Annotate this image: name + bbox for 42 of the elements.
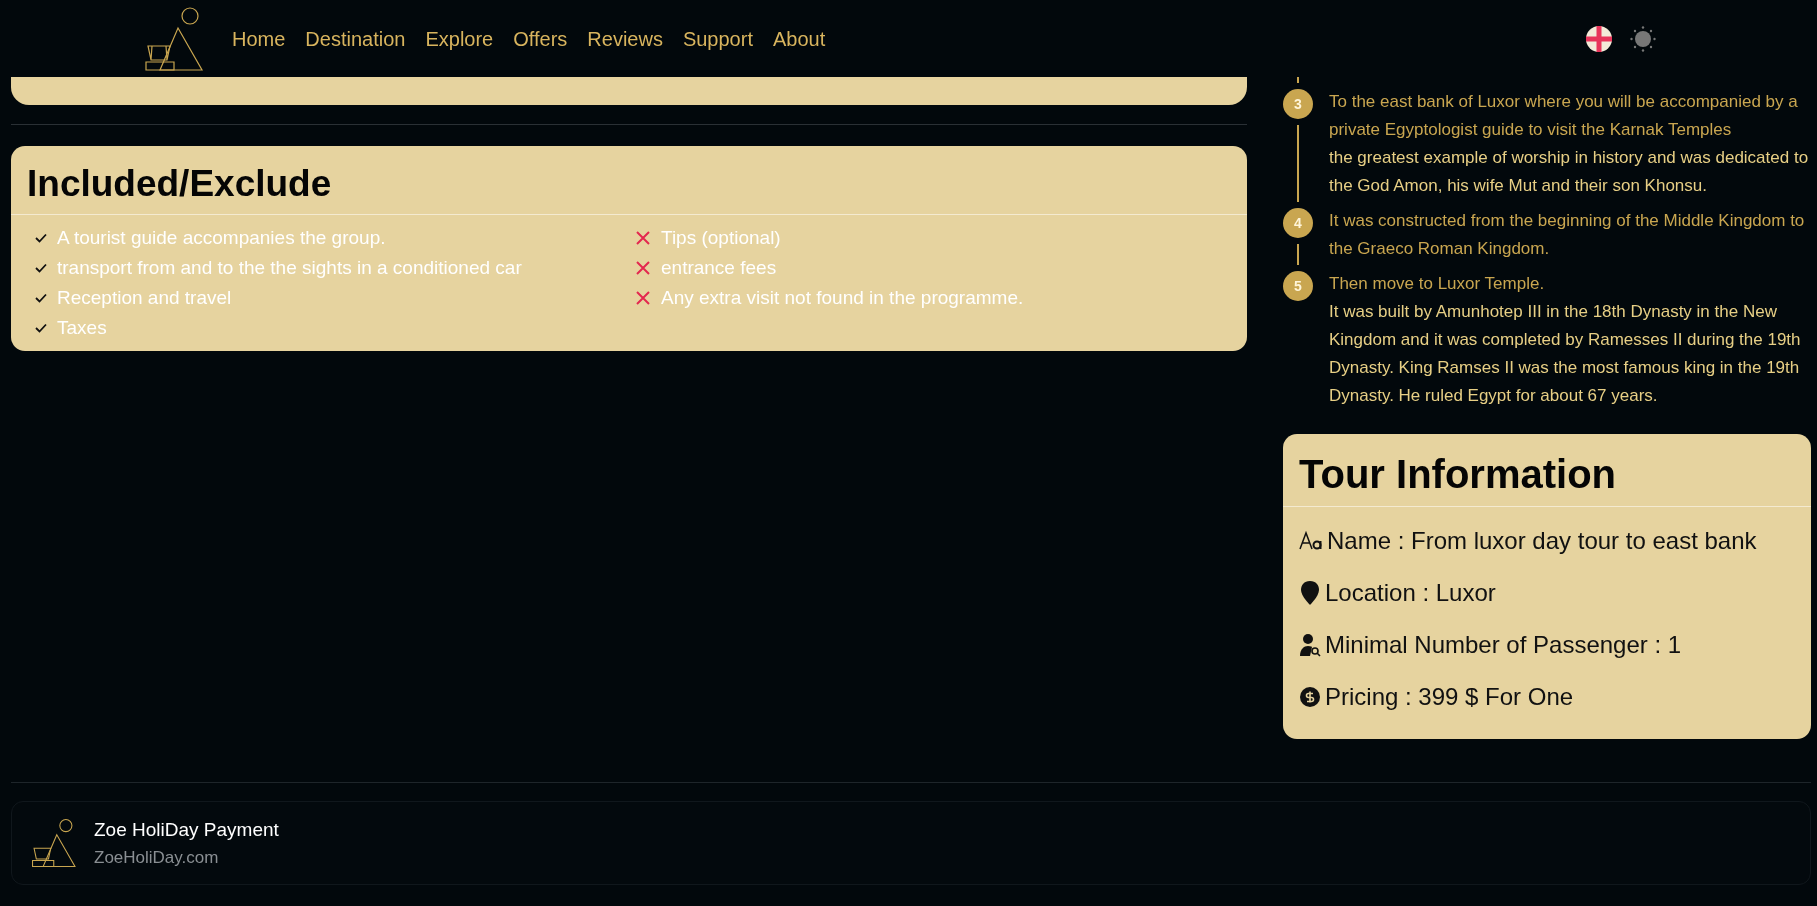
list-item: Taxes — [57, 316, 107, 341]
nav-link[interactable]: Reviews — [577, 23, 673, 54]
nav-link[interactable]: Support — [672, 23, 763, 54]
step-title: Then move to Luxor Temple. — [1329, 273, 1546, 295]
info-text: Minimal Number of Passenger : 1 — [1325, 630, 1682, 660]
step-title: It was constructed from the beginning of the Middle Kingdom to the Graeco Roman Kingdom. — [1329, 210, 1806, 260]
close-icon — [635, 290, 651, 307]
check-icon — [35, 323, 47, 334]
footer-site: ZoeHoliDay.com — [94, 846, 220, 869]
nav-link[interactable]: Explore — [415, 23, 504, 54]
list-item: Any extra visit not found in the programme. — [661, 286, 1024, 311]
step-detail: the greatest example of worship in history and was dedicated to the God Amon, his wife Mut and their son Khonsu. — [1329, 147, 1810, 197]
check-icon — [35, 263, 47, 274]
sun-icon[interactable] — [1629, 24, 1657, 53]
step-title: To the east bank of Luxor where you will be accompanied by a private Egyptologist guide to visit the Karnak Temples — [1329, 91, 1799, 141]
check-icon — [35, 293, 47, 304]
info-text: Pricing : 399 $ For One — [1325, 682, 1574, 712]
step-number: 5 — [1283, 271, 1313, 301]
close-icon — [635, 230, 651, 247]
list-item: Reception and travel — [57, 286, 232, 311]
nav-link[interactable]: Home — [222, 23, 296, 54]
step-detail: It was built by Amunhotep III in the 18th Dynasty in the New Kingdom and it was completed by Ramesses II during the 19th Dynasty. King Ramses II was the most famous king in the 19th Dynasty. He ruled Egypt for about 67 years. — [1329, 301, 1802, 407]
list-item: entrance fees — [661, 256, 777, 281]
flag-icon[interactable] — [1585, 24, 1613, 53]
footer-title: Zoe HoliDay Payment — [94, 818, 279, 842]
step-number: 4 — [1283, 208, 1313, 238]
card-title: Included/Exclude — [27, 162, 333, 206]
list-item: transport from and to the the sights in a conditioned car — [57, 256, 522, 281]
info-text: Location : Luxor — [1325, 578, 1496, 608]
info-text: Name : From luxor day tour to east bank — [1327, 526, 1757, 556]
nav-link[interactable]: Destination — [295, 23, 416, 54]
map-pin-icon — [1299, 580, 1321, 606]
nav-link[interactable]: About — [762, 23, 836, 54]
check-icon — [35, 233, 47, 244]
person-search-icon — [1299, 633, 1321, 657]
nav-link[interactable]: Offers — [503, 23, 578, 54]
step-number: 3 — [1283, 89, 1313, 119]
list-item: A tourist guide accompanies the group. — [57, 226, 386, 251]
coin-icon — [1299, 686, 1321, 708]
card-title: Tour Information — [1299, 451, 1617, 498]
list-item: Tips (optional) — [661, 226, 781, 251]
close-icon — [635, 260, 651, 277]
